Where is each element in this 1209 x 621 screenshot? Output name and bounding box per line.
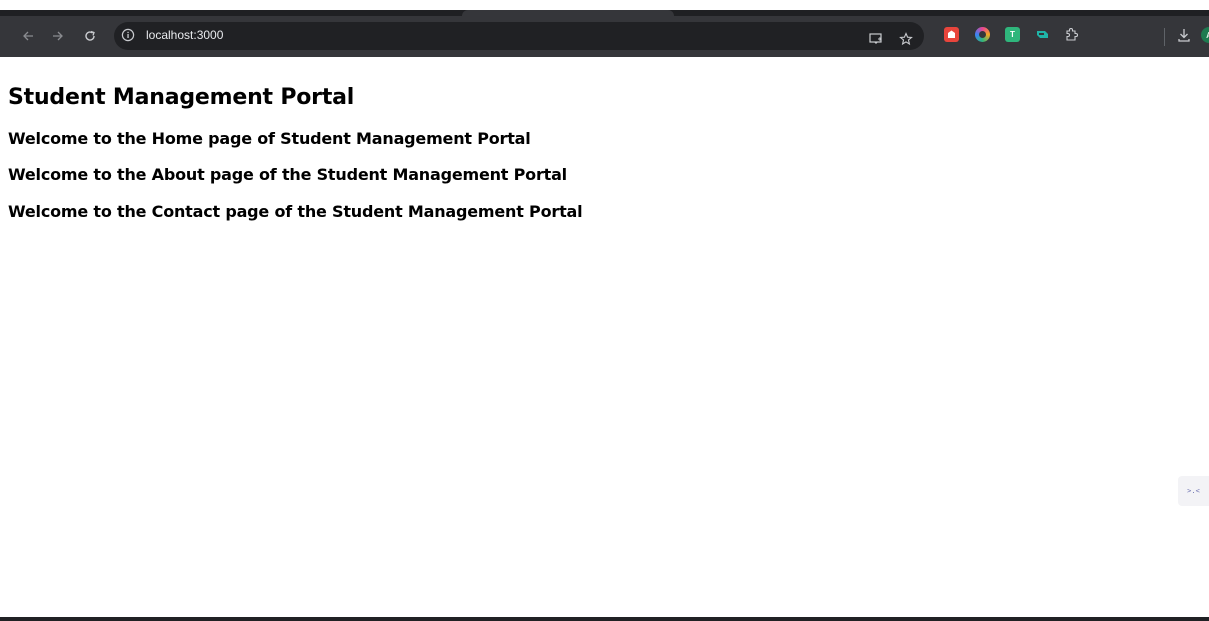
download-button[interactable]	[1176, 27, 1191, 42]
floating-side-widget[interactable]: >.<	[1178, 476, 1209, 506]
cast-button[interactable]	[866, 29, 886, 49]
toolbar-separator	[1164, 28, 1165, 46]
browser-toolbar: localhost:3000 T	[0, 16, 1209, 57]
bottom-edge	[0, 617, 1209, 621]
download-icon	[1177, 28, 1190, 42]
about-welcome-heading: Welcome to the About page of the Student…	[8, 165, 567, 184]
url-text[interactable]: localhost:3000	[146, 28, 223, 42]
extension-circle-icon[interactable]	[975, 27, 990, 42]
widget-face-icon: >.<	[1187, 487, 1200, 495]
window-top-edge	[0, 0, 1209, 10]
reload-icon	[85, 30, 95, 41]
page-title: Student Management Portal	[8, 85, 355, 110]
forward-button[interactable]	[47, 25, 69, 47]
address-bar[interactable]: localhost:3000	[114, 22, 924, 50]
extension-t-icon[interactable]: T	[1005, 27, 1020, 42]
reload-button[interactable]	[79, 25, 101, 47]
extensions-puzzle-icon	[1065, 27, 1078, 41]
bookmark-button[interactable]	[896, 29, 916, 49]
profile-avatar[interactable]: A	[1201, 27, 1209, 43]
back-arrow-icon	[23, 31, 33, 41]
forward-arrow-icon	[53, 31, 63, 41]
cast-icon	[869, 33, 882, 44]
site-info-icon[interactable]	[121, 28, 135, 42]
bookmark-star-icon	[899, 32, 913, 46]
back-button[interactable]	[17, 25, 39, 47]
extension-red-icon[interactable]	[944, 27, 959, 42]
extensions-puzzle-button[interactable]	[1063, 27, 1078, 42]
page-content: Student Management Portal Welcome to the…	[8, 57, 1198, 223]
home-welcome-heading: Welcome to the Home page of Student Mana…	[8, 129, 531, 148]
contact-welcome-heading: Welcome to the Contact page of the Stude…	[8, 202, 583, 221]
extension-teal-icon[interactable]	[1035, 27, 1050, 42]
